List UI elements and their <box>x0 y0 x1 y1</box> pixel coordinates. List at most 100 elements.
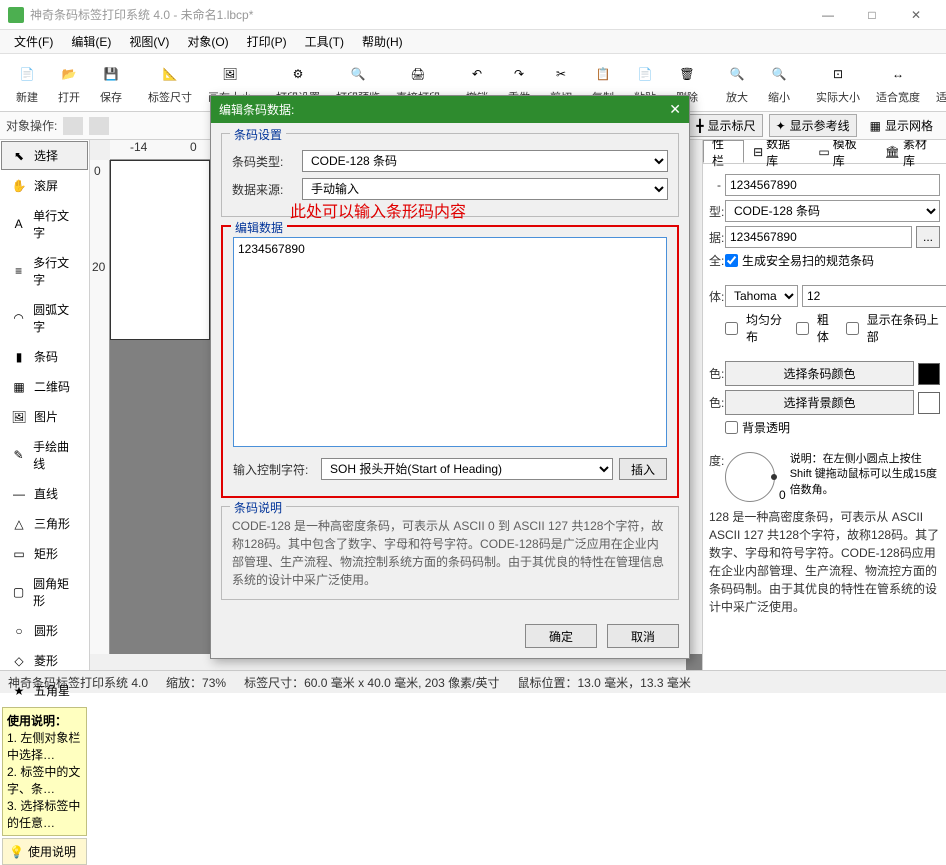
toolbar-icon: 📋 <box>590 61 616 87</box>
toolbar-icon: 🔍 <box>345 61 371 87</box>
help-button[interactable]: 💡 使用说明 <box>2 838 87 865</box>
menu-item[interactable]: 编辑(E) <box>63 31 119 52</box>
tool-滚屏[interactable]: ✋滚屏 <box>1 171 88 200</box>
menu-item[interactable]: 文件(F) <box>6 31 61 52</box>
edit-data-group: 编辑数据 1234567890 输入控制字符: SOH 报头开始(Start o… <box>221 225 679 498</box>
bold-checkbox[interactable] <box>796 322 809 335</box>
barcode-data-textarea[interactable]: 1234567890 <box>233 237 667 447</box>
safe-label: 生成安全易扫的规范条码 <box>742 252 874 269</box>
group-legend: 条码说明 <box>230 499 286 516</box>
tool-icon: ⬉ <box>10 148 28 164</box>
tool-圆弧文字[interactable]: ◠圆弧文字 <box>1 295 88 341</box>
transparent-checkbox[interactable] <box>725 421 738 434</box>
edit-barcode-dialog: 编辑条码数据: ✕ 条码设置 条码类型: CODE-128 条码 数据来源: 手… <box>210 95 690 659</box>
tool-条码[interactable]: ▮条码 <box>1 342 88 371</box>
dlg-type-select[interactable]: CODE-128 条码 <box>302 150 668 172</box>
tool-单行文字[interactable]: A单行文字 <box>1 201 88 247</box>
tab-properties[interactable]: 性栏 <box>703 140 744 163</box>
tool-icon: ✋ <box>10 178 28 194</box>
tool-二维码[interactable]: ▦二维码 <box>1 372 88 401</box>
properties-panel: 性栏 ⊟数据库 ▭模板库 🏛素材库 - 型:CODE-128 条码 据:... … <box>702 140 946 670</box>
tool-三角形[interactable]: △三角形 <box>1 509 88 538</box>
ok-button[interactable]: 确定 <box>525 624 597 648</box>
font-select[interactable]: Tahoma <box>725 285 798 307</box>
menu-item[interactable]: 帮助(H) <box>354 31 411 52</box>
tool-圆形[interactable]: ○圆形 <box>1 616 88 645</box>
menu-item[interactable]: 打印(P) <box>239 31 295 52</box>
dialog-close-icon[interactable]: ✕ <box>669 101 681 118</box>
tool-多行文字[interactable]: ≡多行文字 <box>1 248 88 294</box>
fg-color-button[interactable]: 选择条码颜色 <box>725 361 914 386</box>
bg-swatch <box>918 392 940 414</box>
data-preview[interactable] <box>725 174 940 196</box>
barcode-type-select[interactable]: CODE-128 条码 <box>725 200 940 222</box>
toolbar-icon: ✂ <box>548 61 574 87</box>
menu-item[interactable]: 工具(T) <box>297 31 352 52</box>
toolbar-标签尺寸[interactable]: 📐标签尺寸 <box>140 59 200 107</box>
tool-手绘曲线[interactable]: ✎手绘曲线 <box>1 432 88 478</box>
toggle-guides[interactable]: ✦显示参考线 <box>769 114 857 137</box>
tool-图片[interactable]: 🖼图片 <box>1 402 88 431</box>
toolbar-适合高度[interactable]: ↕适合高度 <box>928 59 946 107</box>
tool-圆角矩形[interactable]: ▢圆角矩形 <box>1 569 88 615</box>
angle-dial[interactable] <box>725 452 775 502</box>
bg-color-button[interactable]: 选择背景颜色 <box>725 390 914 415</box>
status-zoom: 缩放：73% <box>166 674 226 691</box>
layer-icon-2[interactable] <box>89 117 109 135</box>
tab-templates[interactable]: ▭模板库 <box>809 140 875 163</box>
tool-直线[interactable]: —直线 <box>1 479 88 508</box>
source-label: 数据来源: <box>232 181 296 198</box>
toolbar-保存[interactable]: 💾保存 <box>90 59 132 107</box>
maximize-button[interactable]: □ <box>850 0 894 30</box>
template-icon: ▭ <box>818 145 829 159</box>
help-line: 1. 左侧对象栏中选择… <box>7 729 82 763</box>
toolbar-icon: 🖨 <box>405 61 431 87</box>
data-more-button[interactable]: ... <box>916 226 940 248</box>
tool-icon: ★ <box>10 683 28 699</box>
minimize-button[interactable]: — <box>806 0 850 30</box>
fg-swatch <box>918 363 940 385</box>
toolbar-放大[interactable]: 🔍放大 <box>716 59 758 107</box>
toolbar-适合宽度[interactable]: ↔适合宽度 <box>868 59 928 107</box>
toolbar-icon: 🖼 <box>217 61 243 87</box>
toolbar-缩小[interactable]: 🔍缩小 <box>758 59 800 107</box>
tool-icon: 🖼 <box>10 409 28 425</box>
toolbar-打开[interactable]: 📂打开 <box>48 59 90 107</box>
toggle-grid[interactable]: ▦显示网格 <box>863 114 940 137</box>
tab-database[interactable]: ⊟数据库 <box>744 140 809 163</box>
tool-选择[interactable]: ⬉选择 <box>1 141 88 170</box>
barcode-data-input[interactable] <box>725 226 912 248</box>
dialog-titlebar[interactable]: 编辑条码数据: ✕ <box>211 96 689 123</box>
font-size-input[interactable] <box>802 285 946 307</box>
ruler-vertical: 0 20 <box>90 160 110 670</box>
toolbar-icon: 🗑 <box>674 61 700 87</box>
cancel-button[interactable]: 取消 <box>607 624 679 648</box>
menu-item[interactable]: 对象(O) <box>179 31 236 52</box>
type-label: 条码类型: <box>232 153 296 170</box>
menu-item[interactable]: 视图(V) <box>121 31 177 52</box>
dlg-source-select[interactable]: 手动输入 <box>302 178 668 200</box>
tab-assets[interactable]: 🏛素材库 <box>876 140 946 163</box>
toggle-ruler[interactable]: ╋显示标尺 <box>689 114 762 137</box>
tool-五角星[interactable]: ★五角星 <box>1 676 88 705</box>
tool-菱形[interactable]: ◇菱形 <box>1 646 88 675</box>
desc-text: CODE-128 是一种高密度条码，可表示从 ASCII 0 到 ASCII 1… <box>232 517 668 589</box>
barcode-settings-group: 条码设置 条码类型: CODE-128 条码 数据来源: 手动输入 <box>221 133 679 217</box>
even-checkbox[interactable] <box>725 322 738 335</box>
tool-icon: ≡ <box>10 263 27 279</box>
tool-icon: ◠ <box>10 310 27 326</box>
close-button[interactable]: ✕ <box>894 0 938 30</box>
layer-icon[interactable] <box>63 117 83 135</box>
showtop-checkbox[interactable] <box>846 322 859 335</box>
help-line: 3. 选择标签中的任意… <box>7 797 82 831</box>
ctrlchar-select[interactable]: SOH 报头开始(Start of Heading) <box>321 458 613 480</box>
insert-button[interactable]: 插入 <box>619 458 667 480</box>
angle-value: 0 <box>779 488 786 502</box>
tool-矩形[interactable]: ▭矩形 <box>1 539 88 568</box>
label-paper[interactable] <box>110 160 210 340</box>
dialog-title: 编辑条码数据: <box>219 101 669 118</box>
safe-checkbox[interactable] <box>725 254 738 267</box>
toolbar-实际大小[interactable]: ⊡实际大小 <box>808 59 868 107</box>
toolbar-新建[interactable]: 📄新建 <box>6 59 48 107</box>
database-icon: ⊟ <box>753 145 763 159</box>
